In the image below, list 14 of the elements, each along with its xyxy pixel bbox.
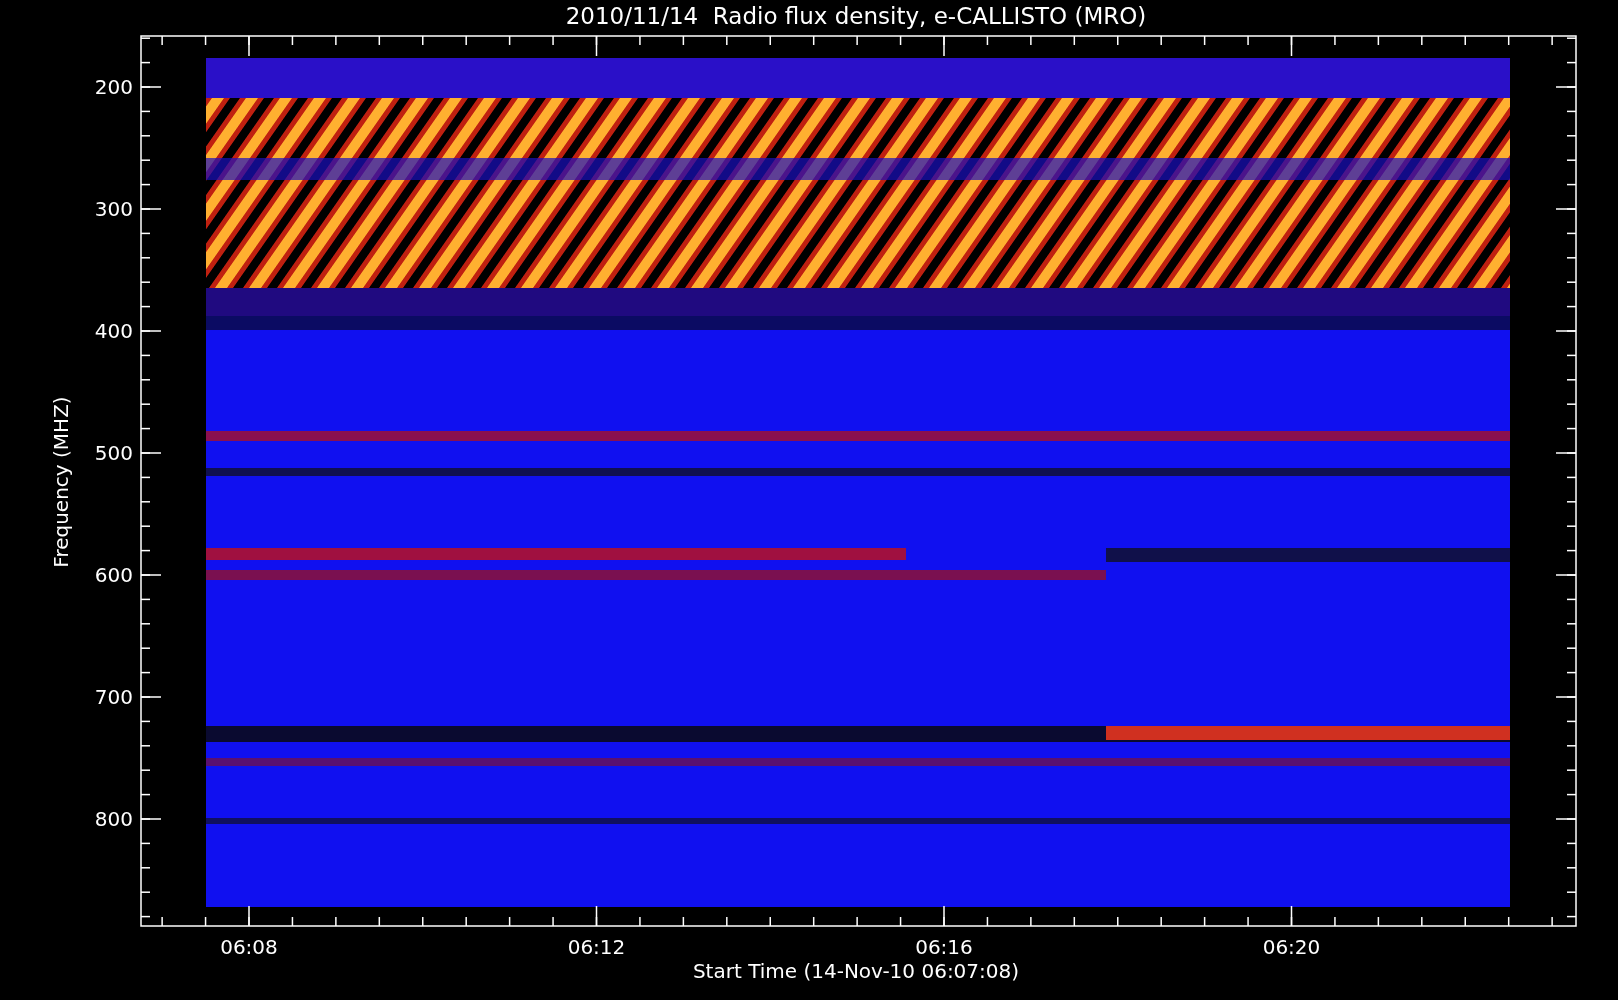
y-tick-label: 200 [94, 75, 133, 99]
x-tick-label: 06:08 [220, 935, 278, 959]
chart-title: 2010/11/14 Radio flux density, e-CALLISTO (MRO) [565, 3, 1147, 29]
x-tick-label: 06:12 [567, 935, 626, 959]
x-axis-label: Start Time (14-Nov-10 06:07:08) [692, 959, 1020, 983]
y-tick-label: 500 [94, 441, 133, 465]
y-axis-label: Frequency (MHZ) [49, 396, 73, 568]
y-tick-label: 700 [94, 685, 133, 709]
y-tick-label: 400 [94, 319, 133, 343]
y-tick-label: 800 [94, 807, 133, 831]
x-tick-label: 06:16 [915, 935, 973, 959]
x-tick-label: 06:20 [1262, 935, 1321, 959]
y-tick-label: 600 [94, 563, 133, 587]
y-tick-label: 300 [94, 197, 133, 221]
